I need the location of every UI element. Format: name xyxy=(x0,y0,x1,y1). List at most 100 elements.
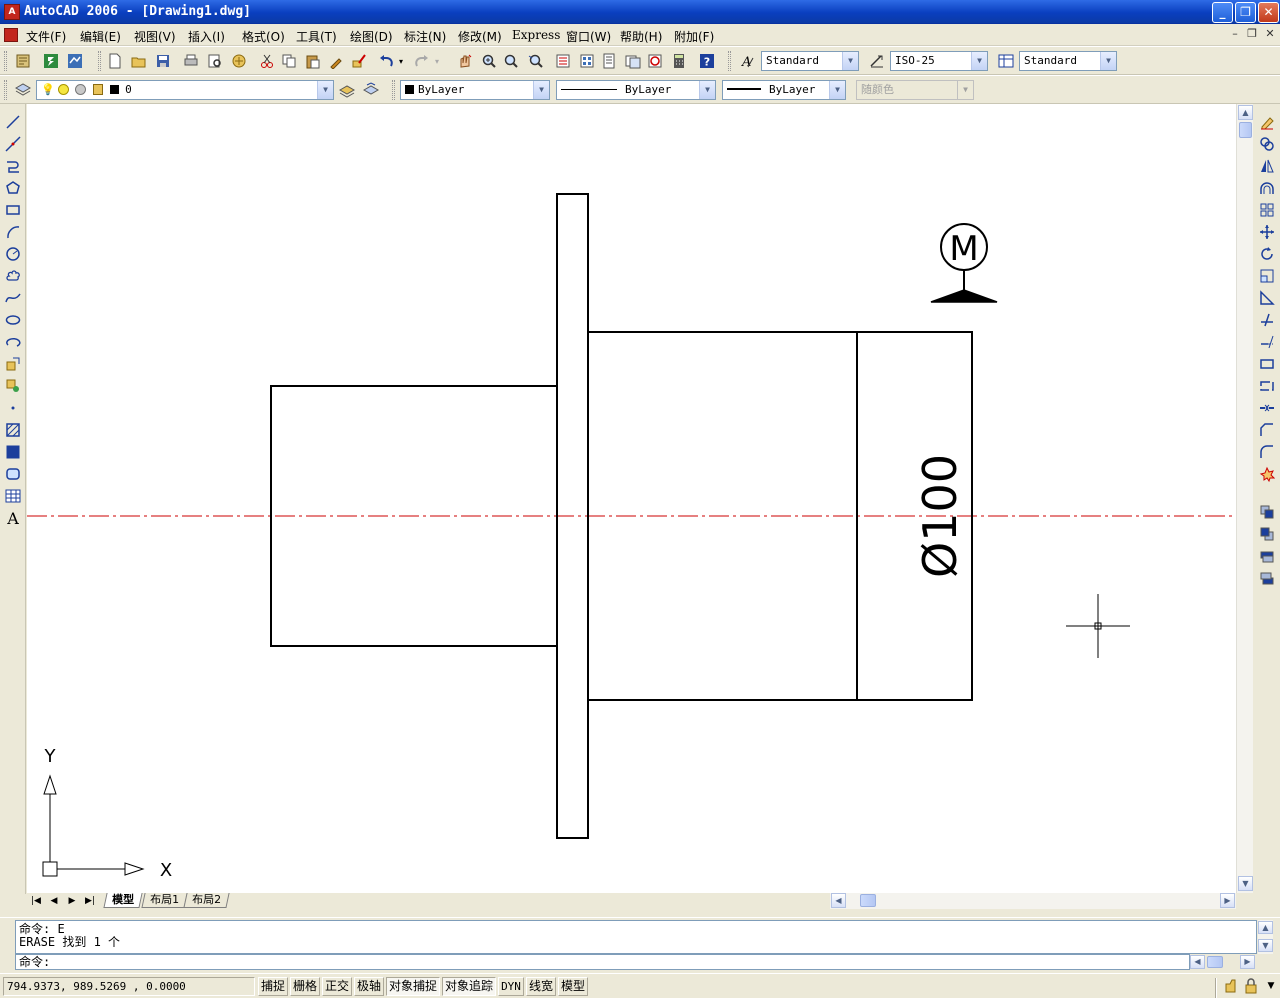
toolbar-grip[interactable] xyxy=(4,51,7,71)
point-icon[interactable] xyxy=(3,398,23,418)
dyn-toggle[interactable]: DYN xyxy=(498,977,524,996)
new-icon[interactable] xyxy=(106,52,124,70)
design-center-icon[interactable] xyxy=(42,52,60,70)
document-icon[interactable] xyxy=(4,28,18,42)
scroll-up-button[interactable]: ▲ xyxy=(1258,921,1273,934)
scroll-down-button[interactable]: ▼ xyxy=(1238,876,1253,891)
scroll-left-button[interactable]: ◀ xyxy=(831,893,846,908)
lock-icon[interactable] xyxy=(92,84,103,95)
zoom-previous-icon[interactable] xyxy=(526,52,544,70)
drawing-canvas[interactable]: Ø100 M Y X xyxy=(27,104,1236,893)
move-icon[interactable] xyxy=(1257,222,1277,242)
block-editor-icon[interactable] xyxy=(350,52,368,70)
make-block-icon[interactable] xyxy=(3,376,23,396)
command-input[interactable]: 命令: xyxy=(15,954,1190,970)
join-icon[interactable] xyxy=(1257,398,1277,418)
menu-tools[interactable]: 工具(T) xyxy=(296,28,337,45)
ortho-toggle[interactable]: 正交 xyxy=(322,977,352,996)
minimize-button[interactable]: _ xyxy=(1212,2,1233,23)
doc-restore-button[interactable]: ❐ xyxy=(1245,28,1259,42)
layer-previous-icon[interactable] xyxy=(362,81,380,99)
scroll-right-button[interactable]: ▶ xyxy=(1240,955,1255,969)
chevron-down-icon[interactable]: ▼ xyxy=(699,81,715,99)
menu-file[interactable]: 文件(F) xyxy=(26,28,66,45)
scale-icon[interactable] xyxy=(1257,266,1277,286)
menu-modify[interactable]: 修改(M) xyxy=(458,28,502,45)
pan-realtime-icon[interactable] xyxy=(456,52,474,70)
status-menu-chevron-down-icon[interactable]: ▼ xyxy=(1262,977,1280,995)
snap-toggle[interactable]: 捕捉 xyxy=(258,977,288,996)
first-tab-button[interactable]: |◀ xyxy=(29,894,43,908)
dimension-style-select[interactable]: ISO-25 ▼ xyxy=(890,51,988,71)
publish-icon[interactable] xyxy=(230,52,248,70)
chevron-down-icon[interactable]: ▼ xyxy=(317,81,333,99)
chamfer-icon[interactable] xyxy=(1257,420,1277,440)
copy-object-icon[interactable] xyxy=(1257,134,1277,154)
rotate-icon[interactable] xyxy=(1257,244,1277,264)
sheet-set-manager-icon[interactable] xyxy=(624,52,642,70)
line-icon[interactable] xyxy=(3,112,23,132)
prev-tab-button[interactable]: ◀ xyxy=(47,894,61,908)
tab-layout2[interactable]: 布局2 xyxy=(183,893,230,908)
lineweight-toggle[interactable]: 线宽 xyxy=(526,977,556,996)
tab-model[interactable]: 模型 xyxy=(103,893,143,908)
menu-help[interactable]: 帮助(H) xyxy=(620,28,662,45)
tool-palette-icon[interactable] xyxy=(14,52,32,70)
toolbar-lock-icon[interactable] xyxy=(1242,977,1260,995)
markup-set-icon[interactable] xyxy=(646,52,664,70)
horizontal-scroll-thumb[interactable] xyxy=(860,894,876,907)
paste-icon[interactable] xyxy=(304,52,322,70)
undo-icon[interactable] xyxy=(378,52,396,70)
menu-view[interactable]: 视图(V) xyxy=(134,28,176,45)
hatch-icon[interactable] xyxy=(3,420,23,440)
table-icon[interactable] xyxy=(3,486,23,506)
tool-palettes-icon[interactable] xyxy=(600,52,618,70)
horizontal-scrollbar[interactable]: ◀ ▶ xyxy=(830,893,1236,909)
osnap-toggle[interactable]: 对象捕捉 xyxy=(386,977,440,996)
autocad-app-icon[interactable]: A xyxy=(4,4,20,20)
toolbar-grip[interactable] xyxy=(4,80,7,100)
zoom-realtime-icon[interactable] xyxy=(480,52,498,70)
sheet-set-icon[interactable] xyxy=(66,52,84,70)
model-paper-toggle[interactable]: 模型 xyxy=(558,977,588,996)
close-button[interactable]: ✕ xyxy=(1258,2,1279,23)
calculator-icon[interactable] xyxy=(670,52,688,70)
linetype-select[interactable]: ByLayer ▼ xyxy=(556,80,716,100)
offset-icon[interactable] xyxy=(1257,178,1277,198)
revision-cloud-icon[interactable] xyxy=(3,266,23,286)
toolbar-grip[interactable] xyxy=(728,51,731,71)
next-tab-button[interactable]: ▶ xyxy=(65,894,79,908)
extend-icon[interactable] xyxy=(1257,332,1277,352)
rectangle-icon[interactable] xyxy=(3,200,23,220)
cut-icon[interactable] xyxy=(258,52,276,70)
ellipse-icon[interactable] xyxy=(3,310,23,330)
polar-toggle[interactable]: 极轴 xyxy=(354,977,384,996)
vertical-scroll-thumb[interactable] xyxy=(1239,122,1252,138)
vertical-scrollbar[interactable]: ▲ ▼ xyxy=(1236,104,1253,893)
scroll-up-button[interactable]: ▲ xyxy=(1238,105,1253,120)
tab-layout1[interactable]: 布局1 xyxy=(141,893,188,908)
color-select[interactable]: ByLayer ▼ xyxy=(400,80,550,100)
table-style-icon[interactable] xyxy=(997,52,1015,70)
menu-dimension[interactable]: 标注(N) xyxy=(404,28,446,45)
construction-line-icon[interactable] xyxy=(3,134,23,154)
layer-select[interactable]: 💡 0 ▼ xyxy=(36,80,334,100)
toolbar-grip[interactable] xyxy=(392,80,395,100)
doc-close-button[interactable]: ✕ xyxy=(1263,28,1277,42)
send-to-back-icon[interactable] xyxy=(1257,524,1277,544)
match-properties-icon[interactable] xyxy=(328,52,346,70)
plot-icon[interactable] xyxy=(182,52,200,70)
menu-window[interactable]: 窗口(W) xyxy=(566,28,611,45)
ellipse-arc-icon[interactable] xyxy=(3,332,23,352)
fillet-icon[interactable] xyxy=(1257,442,1277,462)
redo-dropdown-icon[interactable]: ▾ xyxy=(432,52,442,70)
text-style-select[interactable]: Standard ▼ xyxy=(761,51,859,71)
lineweight-select[interactable]: ByLayer ▼ xyxy=(722,80,846,100)
trim-icon[interactable] xyxy=(1257,310,1277,330)
chevron-down-icon[interactable]: ▼ xyxy=(533,81,549,99)
grid-toggle[interactable]: 栅格 xyxy=(290,977,320,996)
menu-express[interactable]: Express xyxy=(512,28,560,42)
zoom-window-icon[interactable] xyxy=(502,52,520,70)
bring-above-icon[interactable] xyxy=(1257,546,1277,566)
menu-format[interactable]: 格式(O) xyxy=(242,28,285,45)
